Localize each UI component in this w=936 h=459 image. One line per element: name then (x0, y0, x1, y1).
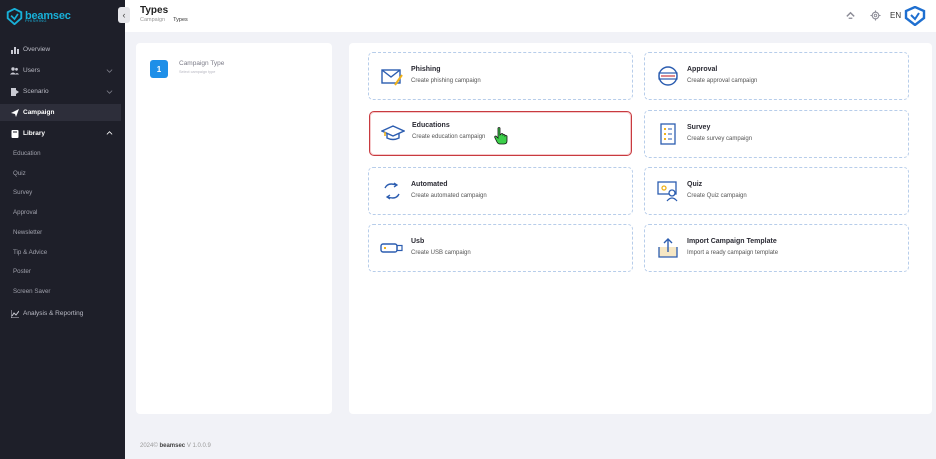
card-quiz[interactable]: Quiz Create Quiz campaign (644, 167, 909, 215)
card-desc: Create survey campaign (687, 136, 753, 142)
card-desc: Create Quiz campaign (687, 193, 747, 199)
survey-list-icon (660, 123, 676, 145)
card-title: Quiz (687, 181, 703, 188)
sidebar-item-label: Analysis & Reporting (23, 310, 84, 317)
automated-cycle-icon (384, 182, 400, 200)
sidebar-subitem-education[interactable]: Education (13, 150, 41, 157)
gear-icon[interactable] (870, 10, 881, 21)
book-icon (10, 129, 19, 138)
sidebar-item-analysis-reporting[interactable]: Analysis & Reporting (0, 305, 121, 322)
chevron-down-icon (106, 90, 113, 94)
campaign-types-panel: Phishing Create phishing campaign Approv… (349, 43, 932, 414)
footer-brand: beamsec (159, 443, 186, 449)
card-title: Usb (411, 238, 425, 245)
notification-icon[interactable] (845, 10, 856, 21)
sidebar-item-campaign[interactable]: Campaign (0, 104, 121, 121)
card-educations[interactable]: Educations Create education campaign (369, 111, 632, 156)
sidebar-subitem-tip-advice[interactable]: Tip & Advice (13, 249, 47, 256)
sidebar-item-scenario[interactable]: Scenario (0, 83, 121, 100)
sidebar-subitem-survey[interactable]: Survey (13, 189, 32, 196)
card-approval[interactable]: Approval Create approval campaign (644, 52, 909, 100)
sidebar-item-label: Campaign (23, 109, 55, 116)
breadcrumb-item-campaign[interactable]: Campaign (140, 17, 165, 23)
bar-chart-icon (10, 45, 19, 54)
sidebar-collapse-button[interactable]: ‹ (118, 7, 130, 23)
send-icon (10, 108, 19, 117)
card-desc: Create education campaign (412, 134, 486, 140)
card-title: Approval (687, 66, 718, 73)
sidebar-subitem-newsletter[interactable]: Newsletter (13, 229, 42, 236)
card-import-campaign-template[interactable]: Import Campaign Template Import a ready … (644, 224, 909, 272)
page-title: Types (140, 5, 169, 16)
approval-icon (658, 66, 678, 86)
card-desc: Create USB campaign (411, 250, 471, 256)
step-title: Campaign Type (179, 60, 225, 67)
breadcrumb-item-types: Types (173, 17, 188, 23)
footer-version: V 1.0.0.9 (186, 443, 211, 449)
card-title: Automated (411, 181, 448, 188)
user-avatar-logo-icon[interactable] (904, 6, 926, 26)
card-survey[interactable]: Survey Create survey campaign (644, 110, 909, 158)
sidebar-item-overview[interactable]: Overview (0, 41, 121, 58)
line-chart-icon (10, 309, 19, 318)
card-title: Phishing (411, 66, 441, 73)
chevron-left-icon: ‹ (122, 10, 126, 20)
usb-icon (380, 243, 403, 253)
users-icon (10, 66, 19, 75)
breadcrumb: Campaign Types (140, 17, 188, 23)
card-automated[interactable]: Automated Create automated campaign (368, 167, 633, 215)
hand-cursor-icon (494, 127, 508, 145)
footer: 2024© beamsec V 1.0.0.9 (140, 443, 211, 449)
top-header: Types Campaign Types EN (125, 0, 936, 32)
sidebar-item-label: Scenario (23, 88, 49, 95)
card-title: Survey (687, 124, 711, 131)
step-subtitle: Select campaign type (179, 70, 216, 74)
card-title: Educations (412, 122, 450, 129)
beamsec-logo-icon (6, 7, 23, 25)
footer-year: 2024© (140, 443, 158, 449)
card-usb[interactable]: Usb Create USB campaign (368, 224, 633, 272)
sidebar-item-label: Overview (23, 46, 51, 53)
sidebar-subitem-poster[interactable]: Poster (13, 268, 31, 275)
card-desc: Create approval campaign (687, 78, 758, 84)
import-upload-icon (658, 238, 678, 258)
phishing-mail-icon (381, 69, 403, 86)
sidebar-item-users[interactable]: Users (0, 62, 121, 79)
card-desc: Create phishing campaign (411, 78, 481, 84)
card-desc: Import a ready campaign template (687, 250, 779, 256)
quiz-presenter-icon (657, 181, 678, 202)
sidebar-subitem-approval[interactable]: Approval (13, 209, 37, 216)
card-title: Import Campaign Template (687, 238, 777, 245)
card-desc: Create automated campaign (411, 193, 487, 199)
sidebar-item-library[interactable]: Library (0, 125, 121, 142)
sidebar-subitem-quiz[interactable]: Quiz (13, 170, 26, 177)
sidebar-subitem-screen-saver[interactable]: Screen Saver (13, 288, 51, 295)
sidebar-item-label: Users (23, 67, 40, 74)
chevron-down-icon (106, 69, 113, 73)
chevron-up-icon (106, 131, 113, 135)
logo-subtitle: PHISHING (25, 18, 47, 23)
scenario-icon (10, 87, 19, 96)
sidebar: beamsec PHISHING Overview Users Scenario… (0, 0, 125, 459)
sidebar-item-label: Library (23, 130, 46, 137)
card-phishing[interactable]: Phishing Create phishing campaign (368, 52, 633, 100)
language-selector[interactable]: EN (890, 11, 901, 20)
steps-panel: 1 Campaign Type Select campaign type (136, 43, 332, 414)
graduation-cap-icon (381, 125, 405, 141)
step-number[interactable]: 1 (150, 60, 168, 78)
